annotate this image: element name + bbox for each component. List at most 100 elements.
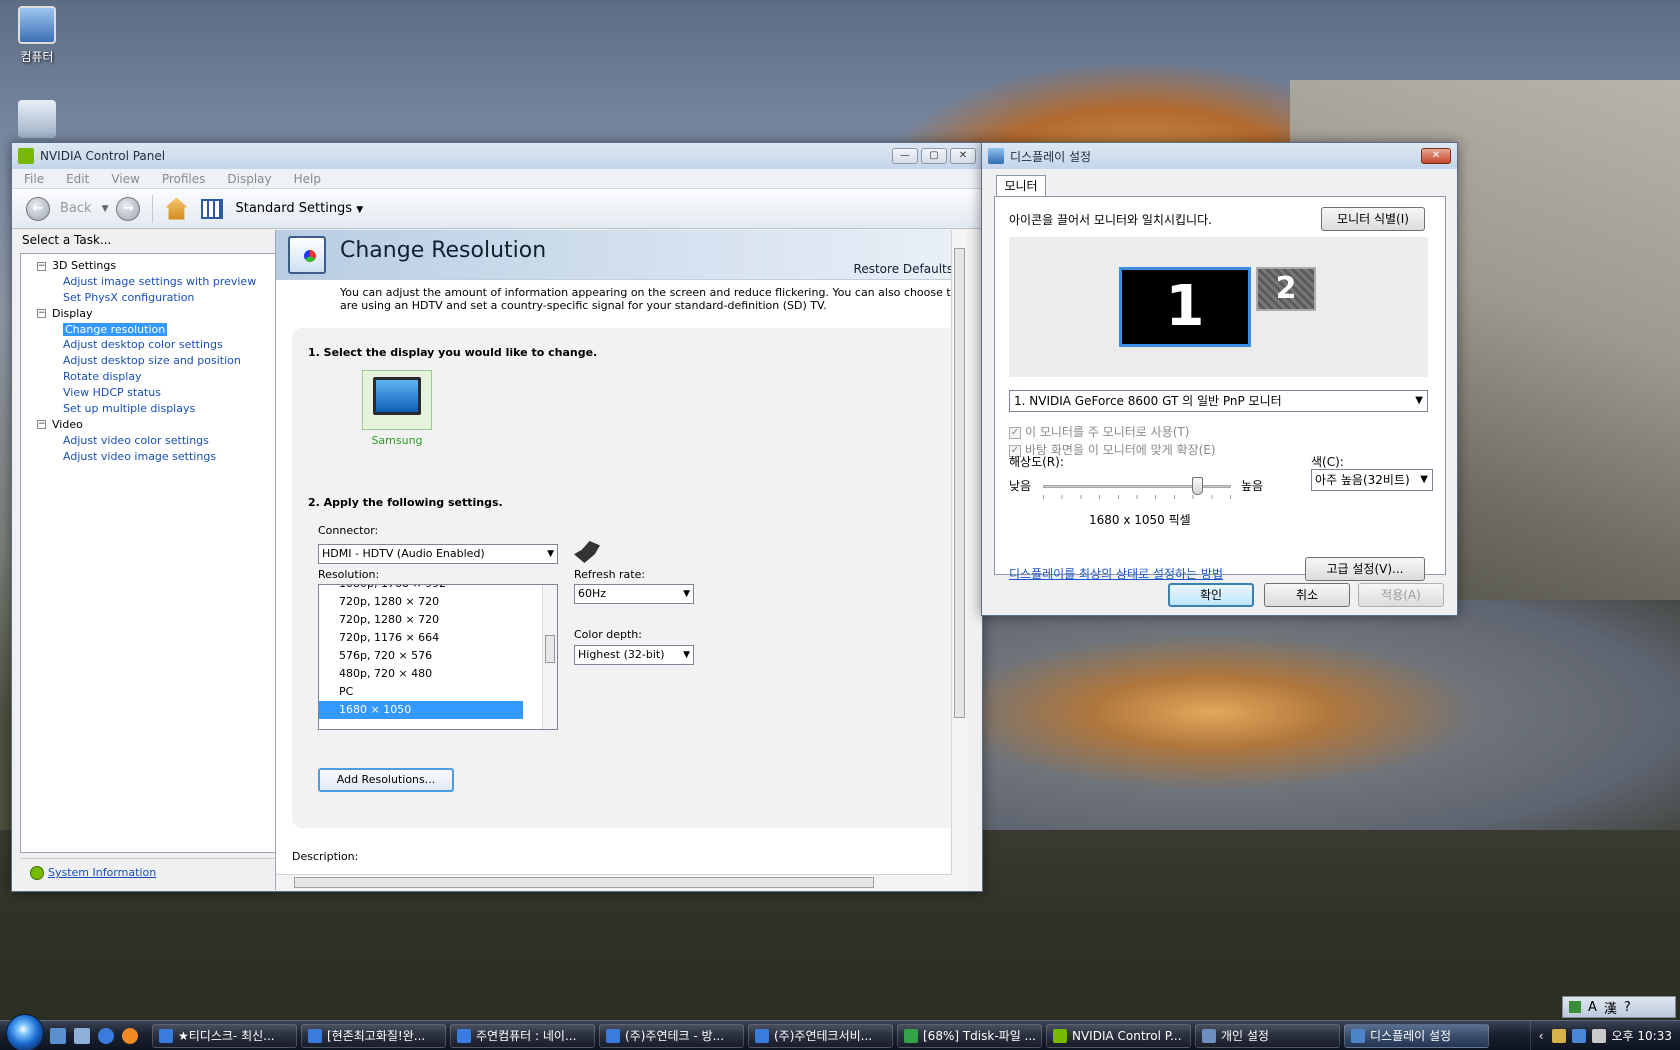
taskbar-button-label: (주)주연테크서비... [774,1029,873,1043]
maximize-button[interactable]: ▢ [921,148,947,164]
collapse-icon[interactable]: − [37,309,46,319]
tree-category[interactable]: − Video [31,417,284,433]
menu-edit[interactable]: Edit [66,172,89,186]
tree-item-label: Set up multiple displays [63,402,196,416]
monitor-select-value: 1. NVIDIA GeForce 8600 GT 의 일반 PnP 모니터 [1014,394,1282,408]
forward-button[interactable]: → [116,196,141,221]
tree-item[interactable]: Set PhysX configuration [31,290,284,306]
minimize-button[interactable]: — [892,148,918,164]
tree-item[interactable]: Adjust video image settings [31,449,284,465]
volume-icon[interactable] [1591,1028,1606,1043]
tray-app-icon[interactable] [1551,1028,1566,1043]
desktop-icon-computer[interactable]: 컴퓨터 [2,6,72,65]
connector-select[interactable]: HDMI - HDTV (Audio Enabled) ▼ [318,544,558,564]
ok-button[interactable]: 확인 [1168,583,1254,607]
resolution-item[interactable]: 1080p, 1768 × 992 [319,585,557,593]
tree-item[interactable]: Rotate display [31,369,284,385]
page-title: Change Resolution [340,238,547,263]
advanced-settings-button[interactable]: 고급 설정(V)... [1305,557,1425,581]
display-help-link[interactable]: 디스플레이를 최상의 상태로 설정하는 방법 [1009,565,1223,582]
taskbar-button[interactable]: [현존최고화질!완... [301,1023,446,1048]
resolution-item[interactable]: 1680 × 1050 [319,701,523,719]
content-vertical-scrollbar[interactable] [951,230,967,890]
tray-expand-icon[interactable]: ‹ [1539,1029,1544,1043]
network-icon[interactable] [1571,1028,1586,1043]
lang-mode-hanja[interactable]: 漢 [1604,998,1617,1017]
taskbar-button[interactable]: ★티디스크- 최신... [152,1023,297,1048]
back-dropdown-icon[interactable]: ▼ [102,204,109,214]
color-depth-select[interactable]: Highest (32-bit) ▼ [574,645,694,665]
lang-help[interactable]: ? [1624,1000,1631,1015]
close-button[interactable]: ✕ [950,148,976,164]
back-button[interactable]: ← [26,196,50,221]
start-button[interactable] [6,1013,44,1050]
tree-item[interactable]: Change resolution [31,322,284,338]
resolution-label: Resolution: [318,568,380,581]
home-icon[interactable] [165,197,188,220]
resolution-item[interactable]: 720p, 1176 × 664 [319,629,557,647]
menu-file[interactable]: File [24,172,44,186]
taskbar-button[interactable]: 개인 설정 [1195,1023,1340,1048]
primary-monitor-checkbox[interactable]: ✓ 이 모니터를 주 모니터로 사용(T) [1009,423,1189,440]
menu-view[interactable]: View [111,172,139,186]
cancel-button[interactable]: 취소 [1264,583,1350,607]
display-card-samsung[interactable] [362,370,432,430]
tree-item[interactable]: Adjust image settings with preview [31,274,284,290]
resolution-item[interactable]: 720p, 1280 × 720 [319,593,557,611]
collapse-icon[interactable]: − [37,261,46,271]
menu-help[interactable]: Help [294,172,321,186]
taskbar-button[interactable]: NVIDIA Control P... [1046,1023,1191,1048]
taskbar-button[interactable]: [68%] Tdisk-파일 ... [897,1023,1042,1048]
resolution-item[interactable]: 576p, 720 × 576 [319,647,557,665]
switch-windows-icon[interactable] [74,1027,90,1044]
tab-monitor[interactable]: 모니터 [996,175,1046,197]
tree-item[interactable]: Set up multiple displays [31,401,284,417]
menu-display[interactable]: Display [227,172,271,186]
taskbar-app-icon [606,1028,620,1043]
tree-category[interactable]: −3D Settings [31,258,284,274]
menu-profiles[interactable]: Profiles [162,172,206,186]
system-information-link[interactable]: System Information [48,866,156,879]
nvidia-titlebar[interactable]: NVIDIA Control Panel — ▢ ✕ [12,143,982,169]
taskbar-button[interactable]: (주)주연테크서비... [748,1023,893,1048]
input-method-icon[interactable] [1569,1001,1581,1013]
description-label: Description: [292,850,359,863]
tree-item[interactable]: Adjust desktop size and position [31,353,284,369]
view-mode-icon [201,198,224,219]
tree-category[interactable]: − Display [31,306,284,322]
resolution-slider-thumb[interactable] [1192,477,1204,495]
monitor-2-tile[interactable]: 2 [1256,267,1316,311]
tree-item[interactable]: View HDCP status [31,385,284,401]
restore-defaults-link[interactable]: Restore Defaults [854,262,953,276]
resolution-group: PC [339,685,354,698]
taskbar-button[interactable]: 디스플레이 설정 [1344,1023,1489,1048]
media-player-icon[interactable] [122,1027,138,1044]
monitor-1-tile[interactable]: 1 [1119,267,1251,347]
clock[interactable]: 오후 10:33 [1612,1027,1672,1044]
add-resolutions-button[interactable]: Add Resolutions... [318,768,454,792]
resolution-item[interactable]: 480p, 720 × 480 [319,665,557,683]
apply-button[interactable]: 적용(A) [1358,583,1444,607]
lang-mode-a[interactable]: A [1588,1000,1597,1015]
tree-item-label: 3D Settings [52,259,117,272]
taskbar-button[interactable]: (주)주연테크 - 방... [599,1023,744,1048]
monitor-select[interactable]: 1. NVIDIA GeForce 8600 GT 의 일반 PnP 모니터 ▼ [1009,390,1428,412]
identify-monitors-button[interactable]: 모니터 식별(I) [1321,207,1425,231]
refresh-rate-select[interactable]: 60Hz ▼ [574,584,694,604]
content-horizontal-scrollbar[interactable] [276,874,952,890]
desktop-icon-recycle-bin[interactable] [2,100,72,142]
resolution-list-scrollbar[interactable] [542,585,557,729]
taskbar-button[interactable]: 주연컴퓨터 : 네이... [450,1023,595,1048]
tree-item[interactable]: Adjust desktop color settings [31,337,284,353]
view-mode-menu[interactable]: Standard Settings ▼ [235,201,363,216]
internet-explorer-icon[interactable] [98,1027,114,1044]
color-select[interactable]: 아주 높음(32비트) ▼ [1311,469,1433,491]
collapse-icon[interactable]: − [37,420,46,430]
resolution-list[interactable]: 1080p, 1768 × 992720p, 1280 × 720720p, 1… [318,584,558,730]
close-button[interactable]: ✕ [1421,148,1451,164]
monitor-tab-panel: 아이콘을 끌어서 모니터와 일치시킵니다. 모니터 식별(I) 1 2 1. N… [994,196,1446,581]
resolution-item[interactable]: 720p, 1280 × 720 [319,611,557,629]
tree-item[interactable]: Adjust video color settings [31,433,284,449]
show-desktop-icon[interactable] [50,1027,66,1044]
display-settings-titlebar[interactable]: 디스플레이 설정 ✕ [982,143,1457,169]
